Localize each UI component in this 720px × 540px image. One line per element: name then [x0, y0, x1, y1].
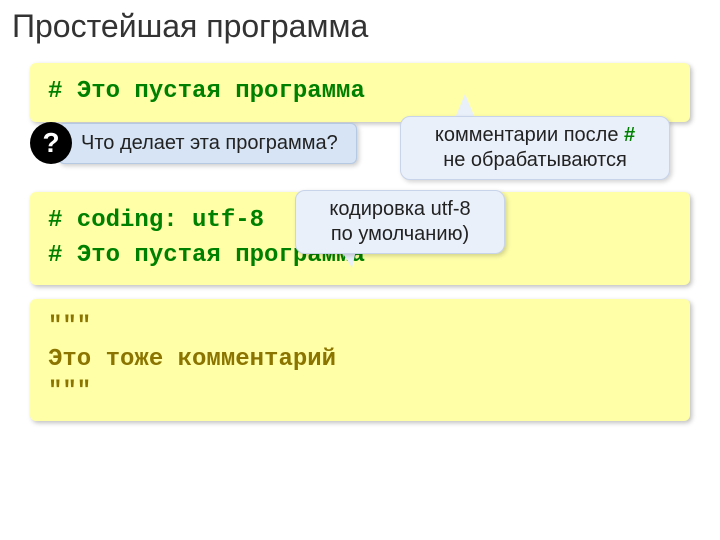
slide-title: Простейшая программа	[0, 0, 720, 57]
code-line: # Это пустая программа	[48, 75, 672, 110]
code-line: """	[48, 376, 672, 408]
code-block-3: """ Это тоже комментарий """	[30, 299, 690, 420]
callout-text-suffix: не обрабатываются	[443, 149, 627, 171]
code-line: """	[48, 311, 672, 343]
hash-char: #	[624, 124, 635, 146]
question-mark-icon: ?	[30, 122, 72, 164]
question-callout: ? Что делает эта программа?	[30, 122, 357, 164]
code-line: Это тоже комментарий	[48, 344, 672, 376]
callout-tail-1	[455, 94, 475, 118]
callout-line: кодировка utf-8	[329, 198, 470, 220]
question-text: Что делает эта программа?	[58, 123, 357, 164]
callout-text-prefix: комментарии после	[435, 124, 624, 146]
code-block-1: # Это пустая программа	[30, 63, 690, 122]
callout-comments: комментарии после # не обрабатываются	[400, 116, 670, 180]
callout-encoding: кодировка utf-8 по умолчанию)	[295, 190, 505, 254]
callout-line: по умолчанию)	[331, 223, 469, 245]
